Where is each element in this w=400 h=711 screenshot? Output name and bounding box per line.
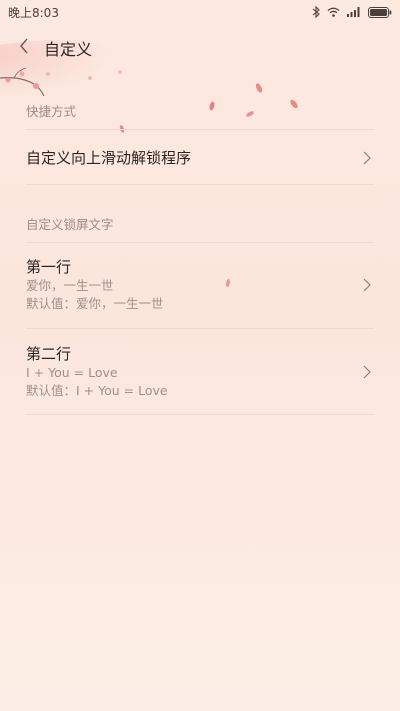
second-line-default: 默认值：I + You = Love	[26, 383, 168, 398]
first-line-default: 默认值：爱你，一生一世	[26, 296, 164, 311]
section-header-shortcuts: 快捷方式	[26, 104, 77, 119]
divider	[26, 184, 374, 185]
status-icons	[312, 6, 392, 18]
first-line-value: 爱你，一生一世	[26, 278, 114, 293]
section-header-lockscreen-text: 自定义锁屏文字	[26, 217, 114, 232]
signal-icon	[347, 7, 361, 17]
title-bar: 自定义	[0, 28, 400, 68]
second-line-item[interactable]: 第二行 I + You = Love 默认值：I + You = Love	[26, 344, 374, 402]
chevron-left-icon	[19, 38, 29, 58]
bluetooth-icon	[312, 6, 320, 18]
chevron-right-icon	[360, 276, 374, 294]
chevron-right-icon	[360, 149, 374, 167]
divider	[26, 242, 374, 243]
divider	[26, 414, 374, 415]
divider	[26, 129, 374, 130]
chevron-right-icon	[360, 363, 374, 381]
custom-unlock-app-item[interactable]: 自定义向上滑动解锁程序	[26, 144, 374, 172]
first-line-label: 第一行	[26, 258, 72, 276]
battery-icon	[368, 6, 392, 18]
second-line-label: 第二行	[26, 345, 72, 363]
page-title: 自定义	[44, 40, 93, 59]
custom-unlock-app-label: 自定义向上滑动解锁程序	[26, 149, 192, 167]
divider	[26, 328, 374, 329]
wifi-icon	[327, 7, 340, 17]
status-bar: 晚上8:03	[0, 0, 400, 24]
status-time: 晚上8:03	[8, 5, 59, 20]
first-line-item[interactable]: 第一行 爱你，一生一世 默认值：爱你，一生一世	[26, 257, 374, 315]
back-button[interactable]	[12, 36, 36, 60]
second-line-value: I + You = Love	[26, 365, 118, 380]
